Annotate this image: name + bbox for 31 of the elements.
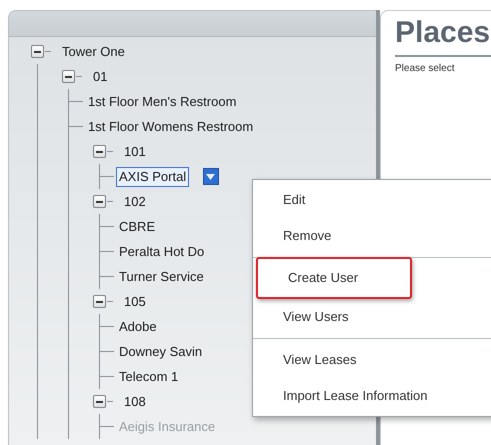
menu-item[interactable]: Create User [256,257,412,299]
collapse-toggle[interactable] [93,145,106,158]
tree-item[interactable]: 1st Floor Men's Restroom [85,92,240,112]
tree-item[interactable]: Turner Service [116,266,207,286]
tree-item[interactable]: 105 [121,292,149,312]
instruction-text: Please select [395,62,456,76]
collapse-toggle[interactable] [93,195,106,208]
tree-item[interactable]: 108 [121,392,149,412]
tree-item[interactable]: CBRE [116,216,158,236]
tree-item[interactable]: Telecom 1 [116,366,182,386]
tree-item[interactable]: AXIS Portal [116,166,190,186]
caret-icon [206,174,216,180]
tree-item[interactable]: 01 [90,66,110,86]
menu-item[interactable]: Remove [253,218,491,254]
collapse-toggle[interactable] [62,70,75,83]
tree-item[interactable]: Peralta Hot Do [116,242,208,262]
menu-item[interactable]: Edit [253,182,491,218]
menu-item[interactable]: View Users [253,299,491,335]
page-title: Places [395,15,491,51]
tree-item[interactable]: Downey Savin [116,342,206,362]
tree-item[interactable]: 101 [121,142,149,162]
tree-item[interactable]: Adobe [116,316,160,336]
collapse-toggle[interactable] [93,395,106,408]
tree-item[interactable]: 102 [121,192,149,212]
collapse-toggle[interactable] [93,295,106,308]
menu-item[interactable]: Import Lease Information [253,378,491,414]
tree-item[interactable]: Tower One [59,42,128,62]
collapse-toggle[interactable] [31,45,44,58]
dropdown-button[interactable] [202,168,219,185]
tree-item[interactable]: 1st Floor Womens Restroom [85,116,256,136]
menu-item[interactable]: View Leases [253,342,491,378]
